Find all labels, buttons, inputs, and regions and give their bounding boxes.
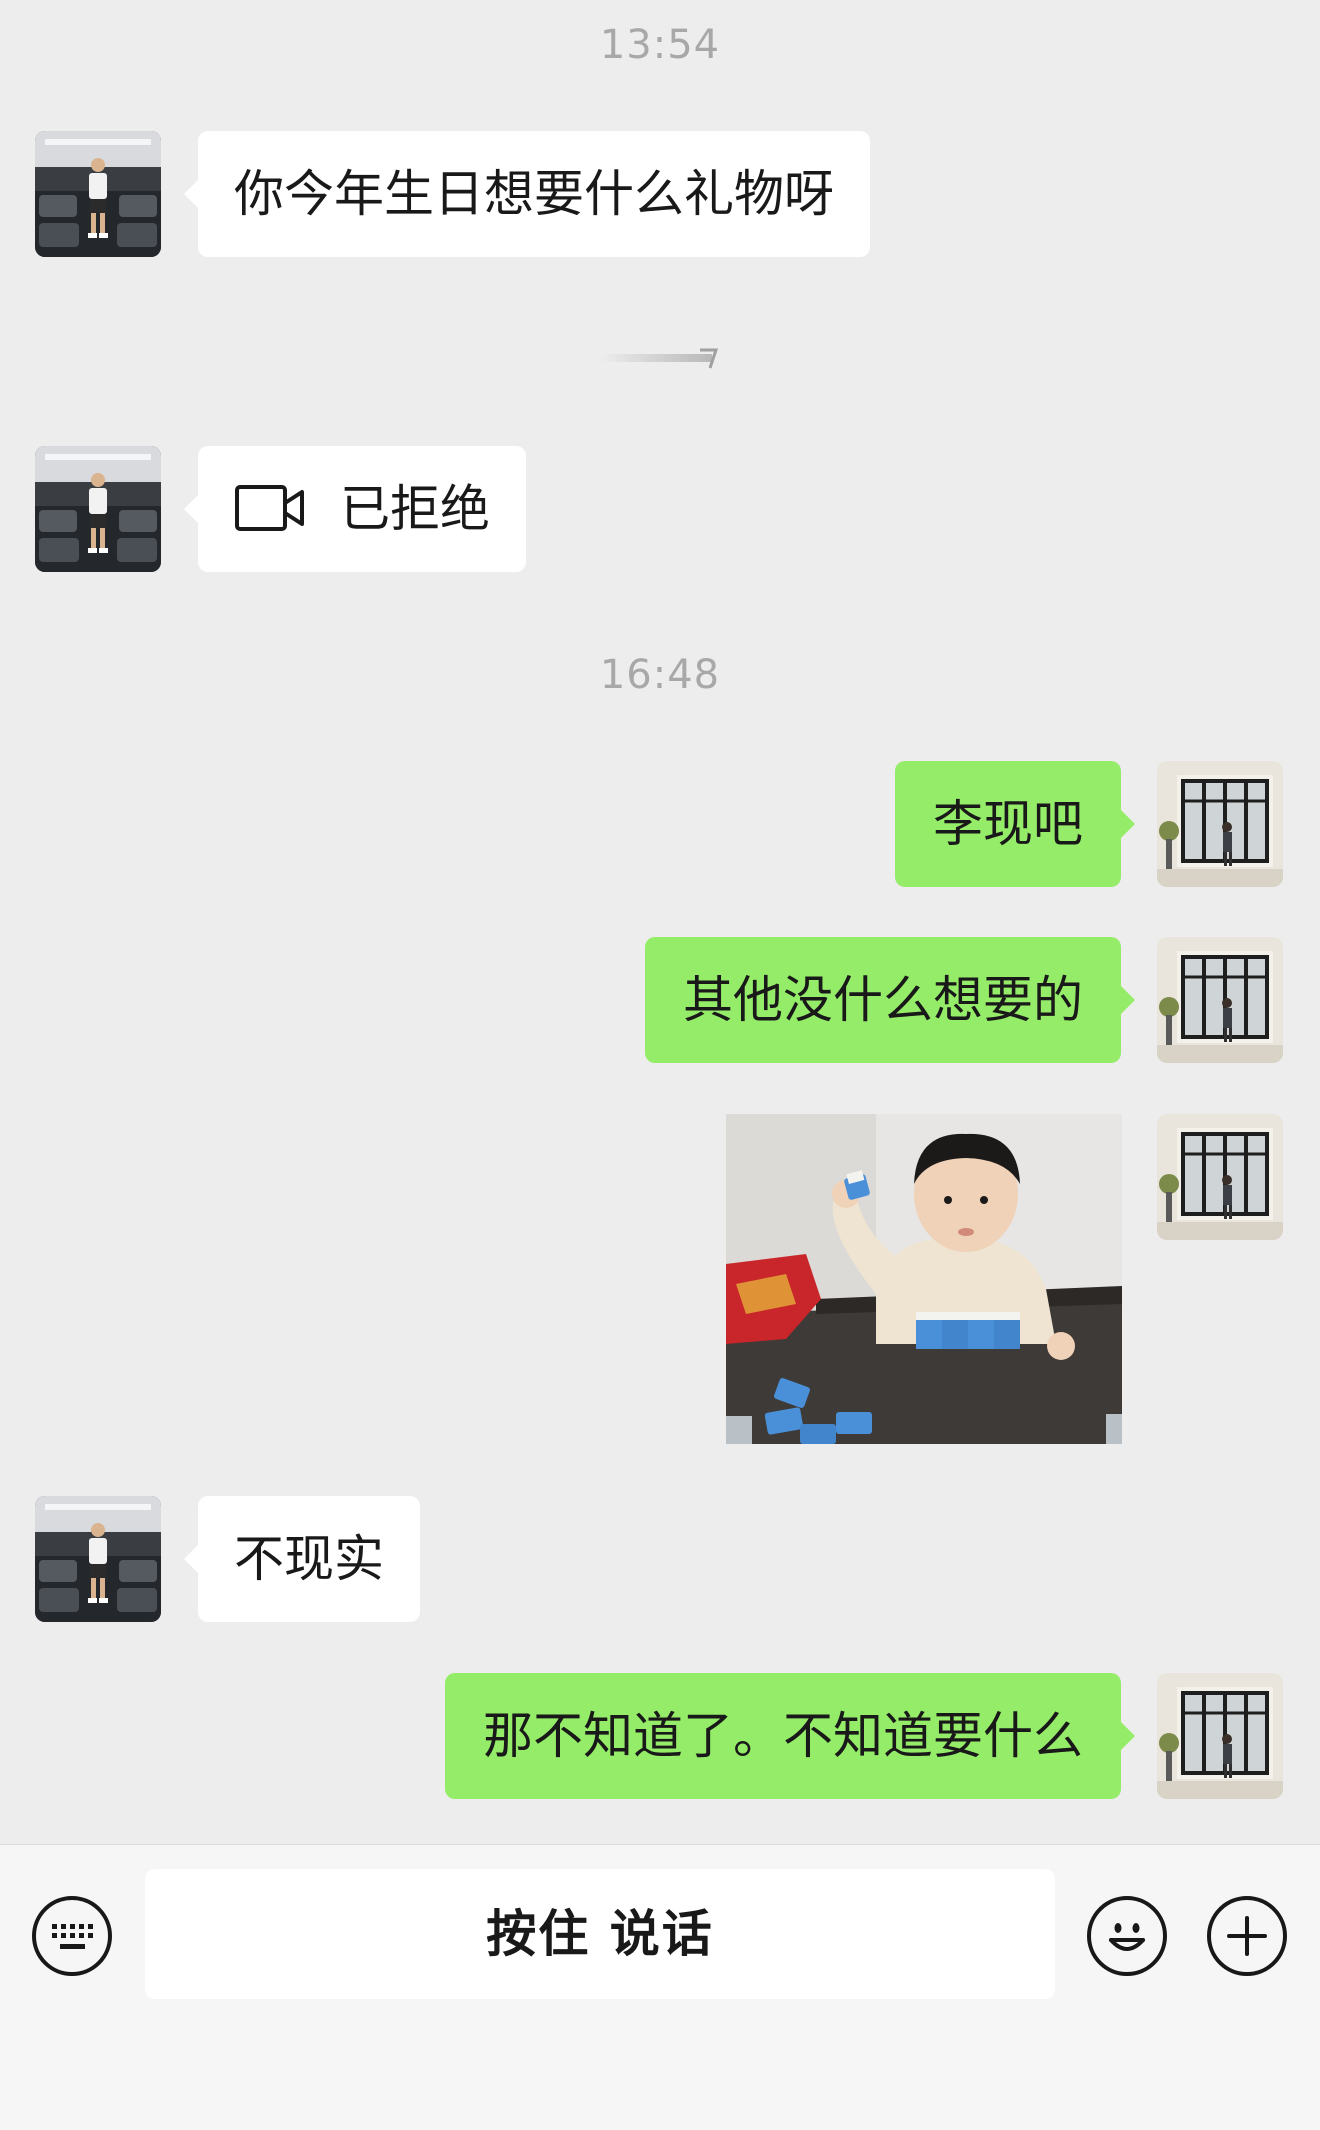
- message-text: 你今年生日想要什么礼物呀: [234, 165, 834, 223]
- message-text: 李现吧: [933, 795, 1083, 853]
- video-call-icon: [235, 484, 304, 531]
- contact-avatar[interactable]: [35, 131, 161, 257]
- timestamp: 13:54: [599, 22, 721, 68]
- image-message[interactable]: [726, 1114, 1122, 1444]
- message-text: 其他没什么想要的: [683, 971, 1083, 1029]
- more-options-button[interactable]: [1207, 1896, 1287, 1976]
- contact-avatar[interactable]: [35, 1496, 161, 1622]
- timestamp: 16:48: [599, 652, 721, 698]
- my-avatar[interactable]: [1157, 1114, 1283, 1240]
- incoming-message[interactable]: 你今年生日想要什么礼物呀: [184, 131, 870, 257]
- chat-area[interactable]: 13:54 你今年生日想要什么礼物呀 已拒绝 16:48 李现吧 其他没什么想要…: [0, 0, 1320, 1844]
- outgoing-message[interactable]: 其他没什么想要的: [645, 937, 1135, 1063]
- emoji-button[interactable]: [1087, 1896, 1167, 1976]
- my-avatar[interactable]: [1157, 761, 1283, 887]
- message-text: 不现实: [234, 1530, 384, 1588]
- call-status-text: 已拒绝: [340, 480, 490, 538]
- message-text: 那不知道了。不知道要什么: [483, 1707, 1083, 1765]
- outgoing-message[interactable]: 李现吧: [895, 761, 1135, 887]
- hold-to-talk-button[interactable]: 按住 说话: [145, 1869, 1055, 1999]
- video-call-message[interactable]: 已拒绝: [184, 446, 526, 572]
- hold-to-talk-label: 按住 说话: [486, 1905, 714, 1963]
- incoming-message[interactable]: 不现实: [184, 1496, 420, 1622]
- input-bar: 按住 说话: [0, 1844, 1320, 2130]
- keyboard-toggle-button[interactable]: [32, 1896, 112, 1976]
- recalled-message-placeholder: [600, 348, 718, 369]
- contact-avatar[interactable]: [35, 446, 161, 572]
- plus-icon: [1227, 1916, 1267, 1956]
- keyboard-icon: [52, 1924, 93, 1949]
- emoji-icon: [1109, 1923, 1145, 1951]
- my-avatar[interactable]: [1157, 937, 1283, 1063]
- my-avatar[interactable]: [1157, 1673, 1283, 1799]
- outgoing-message[interactable]: 那不知道了。不知道要什么: [445, 1673, 1135, 1799]
